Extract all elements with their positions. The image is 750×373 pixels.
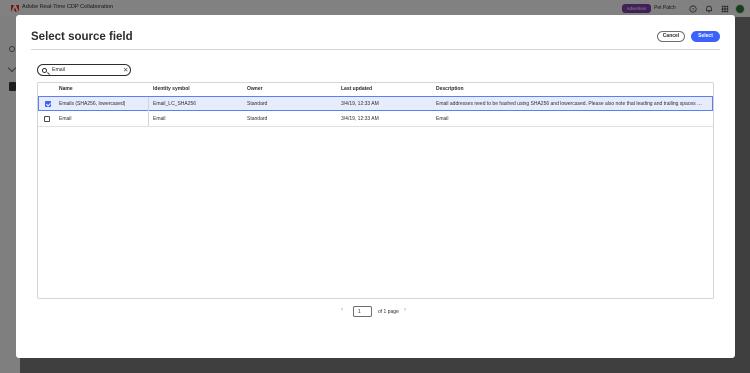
cell-name: Emails (SHA256, lowercased) [59, 101, 126, 107]
cell-description: Email addresses need to be hashed using … [436, 101, 704, 107]
cancel-button[interactable]: Cancel [657, 31, 685, 42]
row-checkbox[interactable] [44, 116, 50, 122]
select-button[interactable]: Select [691, 31, 720, 42]
column-header-identity-symbol[interactable]: Identity symbol [153, 86, 190, 92]
dialog-title: Select source field [31, 31, 133, 43]
clear-search-icon[interactable]: ✕ [123, 66, 128, 75]
page-number-input[interactable] [353, 306, 372, 317]
cell-owner: Standard [247, 101, 268, 107]
cell-name: Email [59, 116, 72, 122]
select-source-field-dialog: Select source field Cancel Select ✕ Name… [16, 15, 735, 358]
table-row[interactable]: Email Email Standard 3/4/19, 12:33 AM Em… [38, 112, 713, 127]
cell-last-updated: 3/4/19, 12:33 AM [341, 101, 379, 107]
header-divider [31, 49, 720, 50]
next-page-icon[interactable]: › [404, 307, 406, 313]
column-header-owner[interactable]: Owner [247, 86, 263, 92]
table-row[interactable]: Emails (SHA256, lowercased) Email_LC_SHA… [38, 96, 713, 111]
cell-last-updated: 3/4/19, 12:33 AM [341, 116, 379, 122]
column-header-description[interactable]: Description [436, 86, 464, 92]
row-checkbox[interactable] [45, 101, 51, 107]
previous-page-icon[interactable]: ‹ [341, 307, 343, 313]
cell-owner: Standard [247, 116, 268, 122]
column-header-last-updated[interactable]: Last updated [341, 86, 372, 92]
column-header-name[interactable]: Name [59, 86, 73, 92]
search-field[interactable]: ✕ [37, 64, 131, 76]
cell-identity-symbol: Email_LC_SHA256 [153, 101, 197, 107]
search-input[interactable] [52, 66, 118, 74]
source-fields-table: Name Identity symbol Owner Last updated … [37, 82, 714, 299]
cell-identity-symbol: Email [153, 116, 166, 122]
column-divider [148, 97, 149, 111]
cell-description: Email [436, 116, 449, 122]
search-icon [42, 67, 47, 73]
page-count-text: of 1 page [378, 309, 399, 315]
column-divider [148, 112, 149, 126]
